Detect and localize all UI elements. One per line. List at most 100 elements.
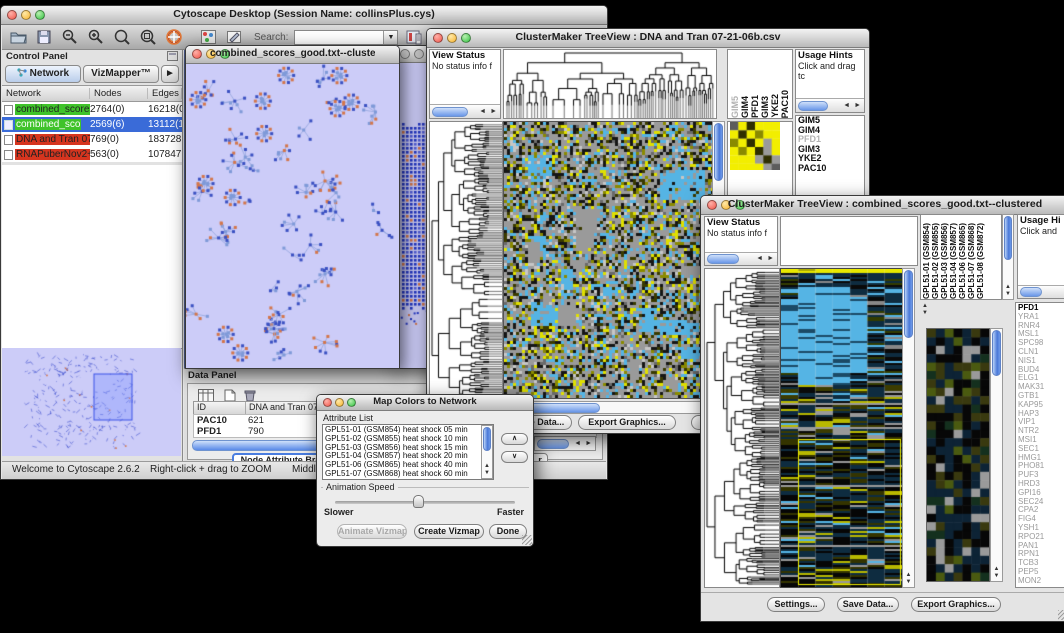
column-labels-scrollbar[interactable]: ▲▼: [1002, 214, 1014, 300]
zoom-view-scrollbar[interactable]: ▲▼: [990, 328, 1003, 582]
column-label[interactable]: GPL51-03 (GSM856): [940, 223, 949, 299]
row-dendrogram[interactable]: [429, 121, 503, 405]
move-down-button[interactable]: ∨: [501, 451, 528, 463]
dialog-title-bar[interactable]: Map Colors to Network: [317, 395, 533, 411]
network-table: combined_scores 2764(0) 16218(0) combine…: [2, 102, 182, 162]
search-label: Search:: [254, 32, 288, 43]
row-dendrogram[interactable]: [704, 268, 780, 588]
network-overview-thumbnail[interactable]: [2, 348, 181, 456]
network1-canvas[interactable]: [186, 64, 397, 367]
network-row[interactable]: combined_sco 2569(6) 13112(15): [2, 117, 182, 132]
main-title-bar[interactable]: Cytoscape Desktop (Session Name: collins…: [1, 6, 607, 25]
heatmap-hscrollbar[interactable]: ◄ ►: [503, 401, 725, 414]
heatmap-global-view[interactable]: [780, 268, 903, 588]
minimize-button[interactable]: [414, 49, 424, 59]
help-lifering-icon[interactable]: [164, 28, 184, 46]
heatmap-zoom-view[interactable]: [730, 122, 780, 170]
main-window-title: Cytoscape Desktop (Session Name: collins…: [25, 8, 583, 20]
move-up-button[interactable]: ∧: [501, 433, 528, 445]
network1-title-bar[interactable]: combined_scores_good.txt--cluste...: [186, 46, 399, 64]
annotation-icon[interactable]: [224, 28, 244, 46]
zoom-fit-icon[interactable]: [138, 28, 158, 46]
panel-scrollbar[interactable]: ◄ ►: [796, 98, 864, 112]
column-label[interactable]: PAC10: [780, 90, 790, 118]
save-icon[interactable]: [34, 28, 54, 46]
create-vizmap-button[interactable]: Create Vizmap: [414, 524, 484, 539]
close-button[interactable]: [707, 200, 717, 210]
gene-label[interactable]: MON2: [1016, 577, 1064, 586]
save-data-button[interactable]: Save Data...: [837, 597, 899, 612]
close-button[interactable]: [7, 10, 17, 20]
network-type-icon: [4, 120, 13, 130]
resize-grip[interactable]: [1058, 610, 1064, 620]
treeview2-title-bar[interactable]: ClusterMaker TreeView : combined_scores_…: [701, 196, 1064, 215]
column-dendrogram[interactable]: [503, 49, 717, 119]
animate-vizmap-button[interactable]: Animate Vizmap: [337, 524, 407, 539]
treeview1-title: ClusterMaker TreeView : DNA and Tran 07-…: [451, 31, 845, 43]
heatmap-zoom-view[interactable]: [926, 328, 990, 582]
settings-button[interactable]: Settings...: [767, 597, 825, 612]
column-label[interactable]: GPL51-07 (GSM868): [967, 223, 976, 299]
zoom-in-icon[interactable]: [86, 28, 106, 46]
attribute-list-scrollbar[interactable]: ▲▼: [481, 425, 493, 479]
search-dropdown-icon[interactable]: ▼: [383, 31, 397, 44]
vizmap-icon[interactable]: [198, 28, 218, 46]
gene-label[interactable]: PAC10: [796, 164, 864, 174]
float-panel-icon[interactable]: [167, 51, 178, 62]
mid-arrows[interactable]: ▲▼: [920, 303, 930, 317]
panel-scrollbar[interactable]: [1018, 285, 1064, 298]
heatmap-vscrollbar[interactable]: ▲▼: [902, 268, 915, 588]
export-graphics-button[interactable]: Export Graphics...: [578, 415, 676, 430]
gene-label-list: PFD1YRA1RNR4MSL1SPC98CLN1NIS1BUD4ELG1MAK…: [1015, 302, 1064, 588]
network-row[interactable]: RNAPuberNov2+| 563(0) 107847(0): [2, 147, 182, 162]
speed-slider-track[interactable]: [335, 501, 515, 504]
column-label[interactable]: PFD1: [750, 95, 760, 118]
speed-slider-thumb[interactable]: [413, 495, 424, 508]
animation-speed-label: Animation Speed: [323, 482, 398, 492]
control-panel-tabs: Network VizMapper™ ►: [2, 63, 182, 85]
column-label[interactable]: GPL51-01 (GSM854): [922, 223, 931, 299]
tab-network[interactable]: Network: [5, 65, 81, 83]
export-graphics-button[interactable]: Export Graphics...: [911, 597, 1001, 612]
zoom-out-icon[interactable]: [60, 28, 80, 46]
status-welcome: Welcome to Cytoscape 2.6.2: [12, 464, 140, 475]
network-row[interactable]: DNA and Tran 07 769(0) 183728(0): [2, 132, 182, 147]
map-colors-dialog: Map Colors to Network Attribute List GPL…: [316, 394, 534, 547]
panel-scrollbar[interactable]: ◄ ►: [705, 252, 777, 265]
close-button[interactable]: [192, 49, 202, 59]
attribute-list: GPL51-01 (GSM854) heat shock 05 minGPL51…: [322, 424, 494, 480]
network-view-window-1: combined_scores_good.txt--cluste...: [185, 45, 400, 369]
data-hscrollbar-right[interactable]: ◄ ►: [534, 436, 596, 451]
close-button[interactable]: [400, 49, 410, 59]
column-label[interactable]: GPL51-04 (GSM857): [949, 223, 958, 299]
column-label[interactable]: GIM4: [740, 96, 750, 118]
network1-title: combined_scores_good.txt--cluste...: [210, 48, 375, 59]
treeview1-title-bar[interactable]: ClusterMaker TreeView : DNA and Tran 07-…: [427, 29, 869, 48]
heatmap-global-view[interactable]: [503, 121, 713, 399]
column-label[interactable]: GPL51-02 (GSM855): [931, 223, 940, 299]
column-label[interactable]: GPL51-06 (GSM865): [958, 223, 967, 299]
column-label[interactable]: GIM3: [760, 96, 770, 118]
open-file-icon[interactable]: [8, 28, 28, 46]
network-type-icon: [4, 150, 13, 160]
column-label[interactable]: YKE2: [770, 94, 780, 118]
report-icon[interactable]: [404, 28, 424, 46]
panel-scrollbar[interactable]: ◄ ►: [430, 104, 500, 118]
tab-overflow-button[interactable]: ►: [161, 65, 179, 83]
close-button[interactable]: [323, 398, 332, 407]
network-list-filler: [2, 165, 182, 349]
treeview-window-2: ClusterMaker TreeView : combined_scores_…: [700, 195, 1064, 622]
column-label[interactable]: GPL51-08 (GSM872): [976, 223, 985, 299]
resize-grip[interactable]: [522, 535, 532, 545]
column-dendrogram-panel[interactable]: [780, 216, 918, 266]
zoom-selected-icon[interactable]: [112, 28, 132, 46]
network-row[interactable]: combined_scores 2764(0) 16218(0): [2, 102, 182, 117]
attribute-item[interactable]: GPL51-07 (GSM868) heat shock 60 min: [323, 470, 493, 479]
view-status-panel: View Status No status info f ◄ ►: [704, 216, 778, 266]
column-label[interactable]: GIM5: [730, 96, 740, 118]
network-type-icon: [4, 105, 13, 115]
close-button[interactable]: [433, 33, 443, 43]
tab-vizmapper[interactable]: VizMapper™: [83, 65, 159, 83]
search-input[interactable]: ▼: [294, 30, 398, 45]
network-table-header: Network Nodes Edges: [2, 85, 182, 102]
